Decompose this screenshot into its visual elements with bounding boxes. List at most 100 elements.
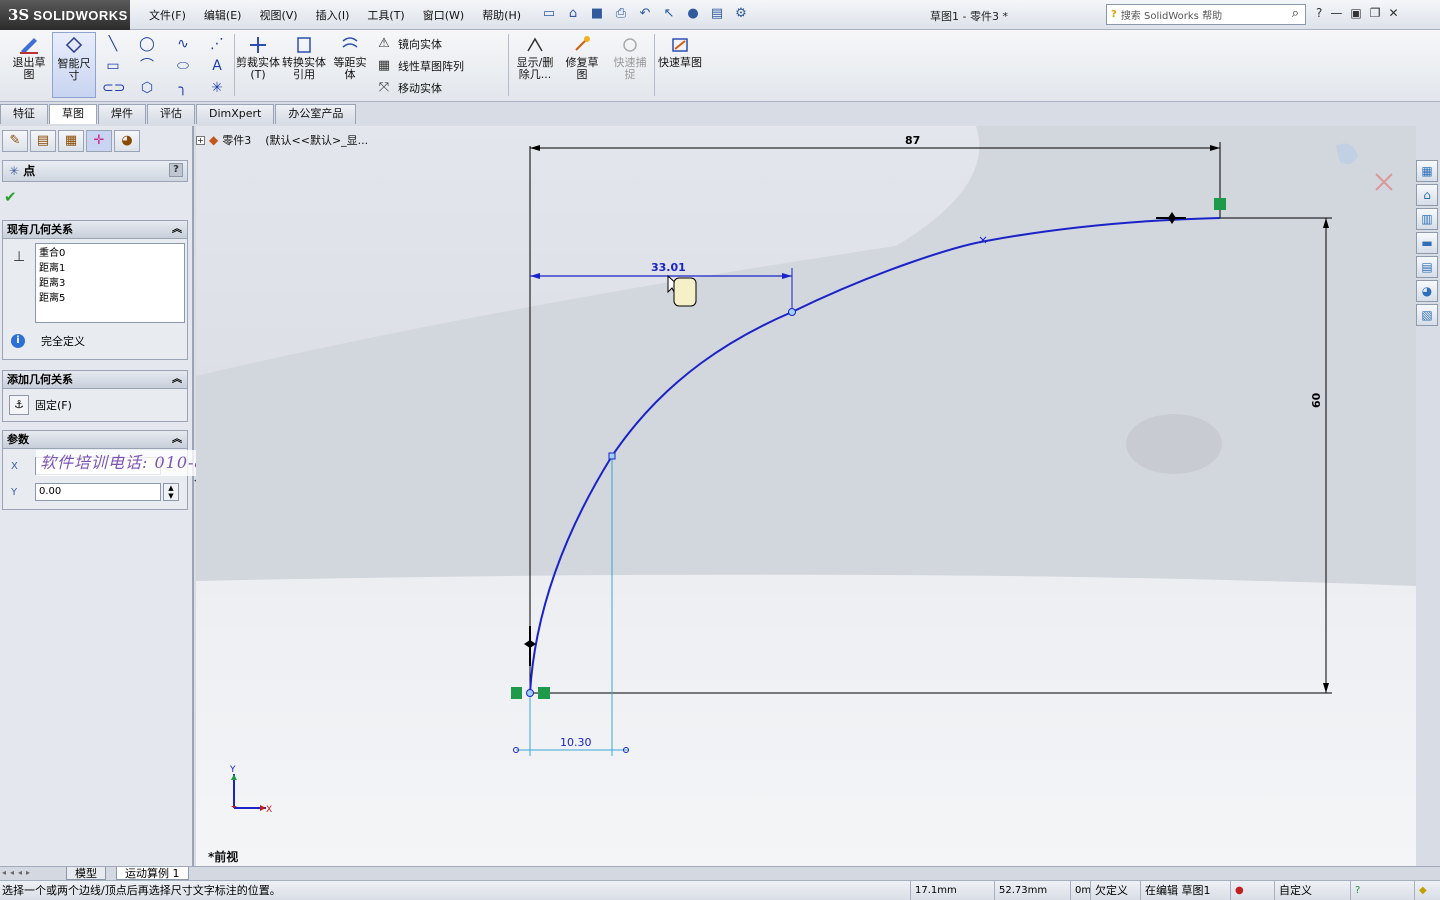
view-orientation-icon[interactable]: ⬚ bbox=[758, 126, 776, 127]
help-status-icon[interactable]: ? bbox=[1350, 881, 1380, 900]
parameters-header[interactable]: 参数 ︽ bbox=[3, 431, 187, 449]
tab-evaluate[interactable]: 评估 bbox=[147, 104, 195, 124]
zoom-area-icon[interactable]: ⊙ bbox=[689, 126, 707, 127]
exit-sketch-button[interactable]: 退出草图 bbox=[8, 32, 50, 98]
construction-grid-icon[interactable]: ⋰ bbox=[206, 34, 228, 54]
rebuild-light-icon[interactable]: ● bbox=[1230, 881, 1274, 900]
minimize-icon[interactable]: — bbox=[1330, 6, 1342, 20]
relations-list[interactable]: 重合0 距离1 距离3 距离5 bbox=[35, 243, 185, 323]
view-settings-icon[interactable]: ▤ bbox=[873, 126, 891, 127]
view-palette-icon[interactable]: ▤ bbox=[1416, 256, 1438, 278]
search-icon[interactable]: ⌕ bbox=[1292, 6, 1299, 21]
list-item[interactable]: 距离1 bbox=[39, 261, 181, 276]
spline-icon[interactable]: ∿ bbox=[172, 34, 194, 54]
menu-view[interactable]: 视图(V) bbox=[250, 7, 306, 23]
file-properties-icon[interactable]: ▤ bbox=[708, 5, 726, 23]
existing-relations-header[interactable]: 现有几何关系 ︽ bbox=[3, 221, 187, 239]
open-folder-icon[interactable]: ⌂ bbox=[564, 5, 582, 23]
point-icon[interactable]: ✳ bbox=[206, 78, 228, 98]
close-icon[interactable]: ✕ bbox=[1388, 6, 1398, 20]
file-explorer-icon[interactable]: ▬ bbox=[1416, 232, 1438, 254]
edit-appearance-icon[interactable]: ● bbox=[827, 126, 845, 127]
spline-point[interactable] bbox=[788, 308, 796, 316]
trim-entities-button[interactable]: 剪裁实体(T) bbox=[236, 32, 280, 98]
tab-office-products[interactable]: 办公室产品 bbox=[275, 104, 357, 124]
horizontal-relation-icon[interactable] bbox=[1214, 198, 1226, 210]
home-icon[interactable]: ⌂ bbox=[1416, 184, 1438, 206]
menu-tools[interactable]: 工具(T) bbox=[358, 7, 413, 23]
slot-icon[interactable]: ⊂⊃ bbox=[102, 78, 125, 98]
collapse-chevron-icon[interactable]: ︽ bbox=[172, 221, 182, 238]
display-delete-relations-button[interactable]: 显示/删除几... bbox=[512, 32, 558, 98]
list-item[interactable]: 距离3 bbox=[39, 276, 181, 291]
collapse-chevron-icon[interactable]: ︽ bbox=[172, 431, 182, 448]
help-search-input[interactable]: ? 搜索 SolidWorks 帮助 ⌕ bbox=[1106, 4, 1306, 25]
ellipse-icon[interactable]: ⬭ bbox=[172, 56, 194, 76]
tile-icon[interactable]: ▣ bbox=[1350, 6, 1361, 20]
vertical-relation-icon[interactable] bbox=[511, 687, 522, 699]
linear-pattern-button[interactable]: ▦ 线性草图阵列 bbox=[376, 58, 464, 74]
sketch-canvas[interactable]: 87 33.01 60 10.30 Y X bbox=[196, 126, 1416, 866]
hide-show-items-icon[interactable]: ◎ bbox=[804, 126, 822, 127]
previous-view-icon[interactable]: ↺ bbox=[712, 126, 730, 127]
y-spinner[interactable]: ▲ ▼ bbox=[163, 483, 179, 501]
menu-window[interactable]: 窗口(W) bbox=[414, 7, 473, 23]
tag-icon[interactable]: ◆ bbox=[1414, 881, 1438, 900]
zoom-to-fit-icon[interactable]: ⊕ bbox=[666, 126, 684, 127]
fillet-icon[interactable]: ╮ bbox=[172, 78, 194, 98]
move-entities-button[interactable]: ⤧ 移动实体 bbox=[376, 80, 442, 96]
rapid-sketch-button[interactable]: 快速草图 bbox=[658, 32, 702, 98]
collapse-chevron-icon[interactable]: ︽ bbox=[172, 371, 182, 388]
display-manager-icon[interactable]: ◕ bbox=[114, 130, 140, 152]
menu-file[interactable]: 文件(F) bbox=[140, 7, 195, 23]
add-relations-header[interactable]: 添加几何关系 ︽ bbox=[3, 371, 187, 389]
line-icon[interactable]: ╲ bbox=[102, 34, 124, 54]
help-icon[interactable]: ? bbox=[1316, 6, 1322, 20]
text-icon[interactable]: A bbox=[206, 56, 228, 76]
undo-icon[interactable]: ↶ bbox=[636, 5, 654, 23]
restore-icon[interactable]: ❐ bbox=[1370, 6, 1381, 20]
menu-edit[interactable]: 编辑(E) bbox=[195, 7, 251, 23]
rebuild-traffic-light-icon[interactable]: ● bbox=[684, 5, 702, 23]
tab-motion-study[interactable]: 运动算例 1 bbox=[116, 867, 189, 880]
new-file-icon[interactable]: ▭ bbox=[540, 5, 558, 23]
tab-features[interactable]: 特征 bbox=[0, 104, 48, 124]
solidworks-resources-icon[interactable]: ▦ bbox=[1416, 160, 1438, 182]
apply-scene-icon[interactable]: ◕ bbox=[850, 126, 868, 127]
feature-tree-flyout[interactable]: + ◆ 零件3 (默认<<默认>_显... bbox=[196, 132, 368, 148]
tab-model[interactable]: 模型 bbox=[66, 867, 106, 880]
print-icon[interactable]: ⎙ bbox=[612, 5, 630, 23]
design-library-icon[interactable]: ▥ bbox=[1416, 208, 1438, 230]
polygon-icon[interactable]: ⬡ bbox=[136, 78, 158, 98]
section-view-icon[interactable]: ◧ bbox=[735, 126, 753, 127]
tab-sketch[interactable]: 草图 bbox=[49, 104, 97, 124]
solidworks-logo[interactable]: 3S SOLIDWORKS bbox=[0, 0, 130, 30]
arc-icon[interactable]: ⌒ bbox=[136, 56, 158, 76]
smart-dimension-button[interactable]: 智能尺寸 bbox=[52, 32, 96, 98]
units-selector[interactable]: 自定义 bbox=[1274, 881, 1350, 900]
display-style-icon[interactable]: ▣ bbox=[781, 126, 799, 127]
tab-scroll-arrows[interactable]: ◂◂◂▸ bbox=[2, 868, 34, 877]
list-item[interactable]: 重合0 bbox=[39, 246, 181, 261]
expand-plus-icon[interactable]: + bbox=[196, 135, 205, 145]
dimension-text-height[interactable]: 60 bbox=[1310, 392, 1323, 408]
dimension-text-width[interactable]: 87 bbox=[905, 134, 920, 147]
options-icon[interactable]: ⚙ bbox=[732, 5, 750, 23]
save-icon[interactable]: ■ bbox=[588, 5, 606, 23]
list-item[interactable]: 距离5 bbox=[39, 291, 181, 306]
rectangle-icon[interactable]: ▭ bbox=[102, 56, 124, 76]
graphics-area[interactable]: 87 33.01 60 10.30 Y X + ◆ 零件3 (默认<<默认>_显… bbox=[196, 126, 1416, 866]
mirror-entities-button[interactable]: ⚠ 镜向实体 bbox=[376, 36, 442, 52]
tab-weldments[interactable]: 焊件 bbox=[98, 104, 146, 124]
tangent-handle[interactable] bbox=[524, 640, 536, 648]
custom-properties-icon[interactable]: ▧ bbox=[1416, 304, 1438, 326]
menu-help[interactable]: 帮助(H) bbox=[473, 7, 530, 23]
dimension-text-top[interactable]: 33.01 bbox=[651, 261, 686, 274]
spline-point[interactable] bbox=[608, 452, 616, 460]
circle-icon[interactable]: ◯ bbox=[136, 34, 158, 54]
dimension-text-bottom[interactable]: 10.30 bbox=[560, 736, 592, 749]
help-button[interactable]: ? bbox=[169, 163, 183, 177]
quick-snaps-button[interactable]: 快速捕捉 bbox=[610, 32, 650, 98]
appearances-icon[interactable]: ◕ bbox=[1416, 280, 1438, 302]
origin-point[interactable] bbox=[526, 689, 534, 697]
